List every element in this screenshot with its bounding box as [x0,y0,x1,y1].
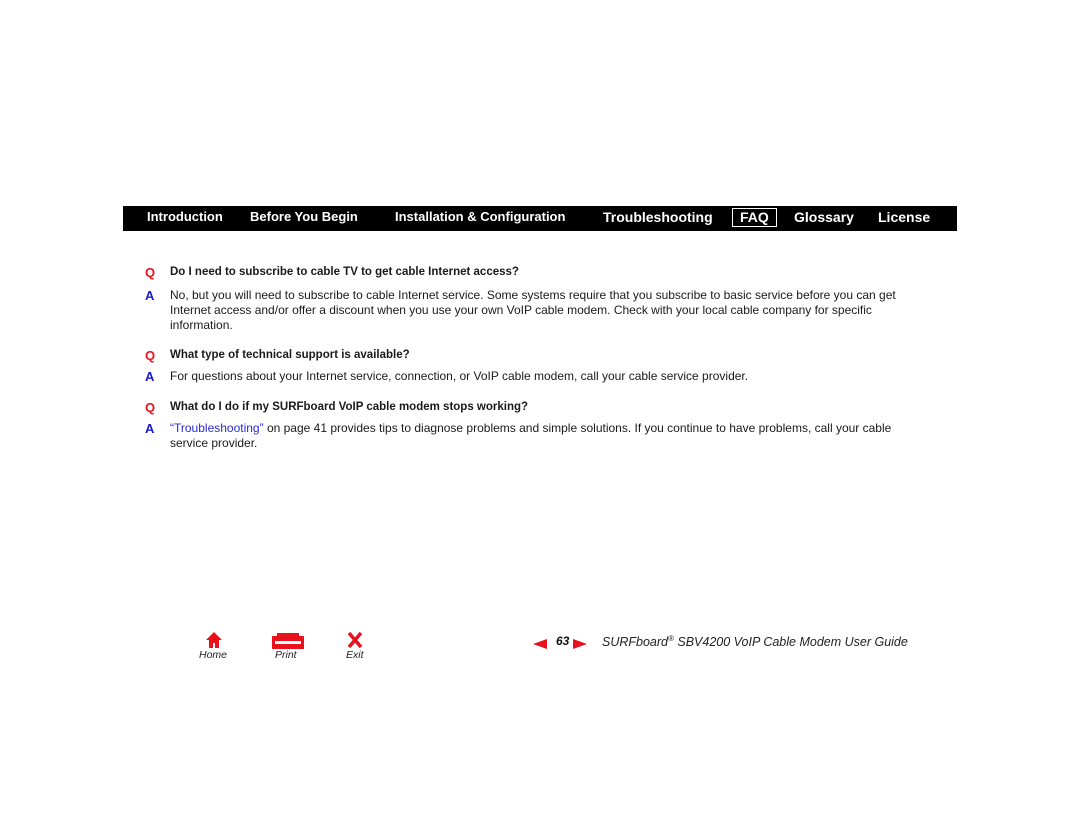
home-label[interactable]: Home [199,649,227,661]
answer-text: For questions about your Internet servic… [170,369,920,384]
section-nav-bar: Introduction Before You Begin Installati… [123,206,957,231]
answer-line: Internet access and/or offer a discount … [170,303,872,317]
nav-tab-before-you-begin[interactable]: Before You Begin [250,206,358,231]
question-marker: Q [145,265,156,280]
nav-tab-faq[interactable]: FAQ [732,208,777,227]
question-marker: Q [145,400,156,415]
answer-line: “Troubleshooting” on page 41 provides ti… [170,421,920,436]
answer-text: No, but you will need to subscribe to ca… [170,288,920,333]
nav-tab-introduction[interactable]: Introduction [147,206,223,231]
arrow-left-icon [533,639,547,649]
answer-line: For questions about your Internet servic… [170,369,749,383]
print-button[interactable] [272,633,304,649]
print-icon [272,633,304,649]
question-text: Do I need to subscribe to cable TV to ge… [170,266,519,278]
answer-line-rest: on page 41 provides tips to diagnose pro… [263,421,892,435]
answer-line: No, but you will need to subscribe to ca… [170,288,896,302]
exit-button[interactable] [347,631,363,649]
nav-tab-license[interactable]: License [878,206,930,231]
answer-marker: A [145,421,155,436]
guide-brand: SURFboard [602,635,668,650]
guide-title: SURFboard® SBV4200 VoIP Cable Modem User… [602,634,908,649]
nav-tab-installation-configuration[interactable]: Installation & Configuration [395,206,565,231]
question-text: What do I do if my SURFboard VoIP cable … [170,401,529,413]
next-page-button[interactable] [573,636,587,649]
troubleshooting-link[interactable]: “Troubleshooting” [170,421,264,435]
guide-title-rest: SBV4200 VoIP Cable Modem User Guide [673,635,908,650]
answer-text: “Troubleshooting” on page 41 provides ti… [170,421,920,451]
exit-icon [347,631,363,649]
page-number: 63 [556,634,570,648]
exit-label[interactable]: Exit [346,649,364,661]
nav-tab-glossary[interactable]: Glossary [794,206,854,231]
arrow-right-icon [573,639,587,649]
home-button[interactable] [205,631,223,649]
previous-page-button[interactable] [533,636,547,649]
answer-marker: A [145,288,155,303]
question-marker: Q [145,348,156,363]
nav-tab-troubleshooting[interactable]: Troubleshooting [603,206,713,231]
answer-line: service provider. [170,436,258,450]
answer-line: information. [170,318,233,332]
answer-marker: A [145,369,155,384]
print-label[interactable]: Print [275,649,297,661]
home-icon [206,632,222,648]
question-text: What type of technical support is availa… [170,349,410,361]
